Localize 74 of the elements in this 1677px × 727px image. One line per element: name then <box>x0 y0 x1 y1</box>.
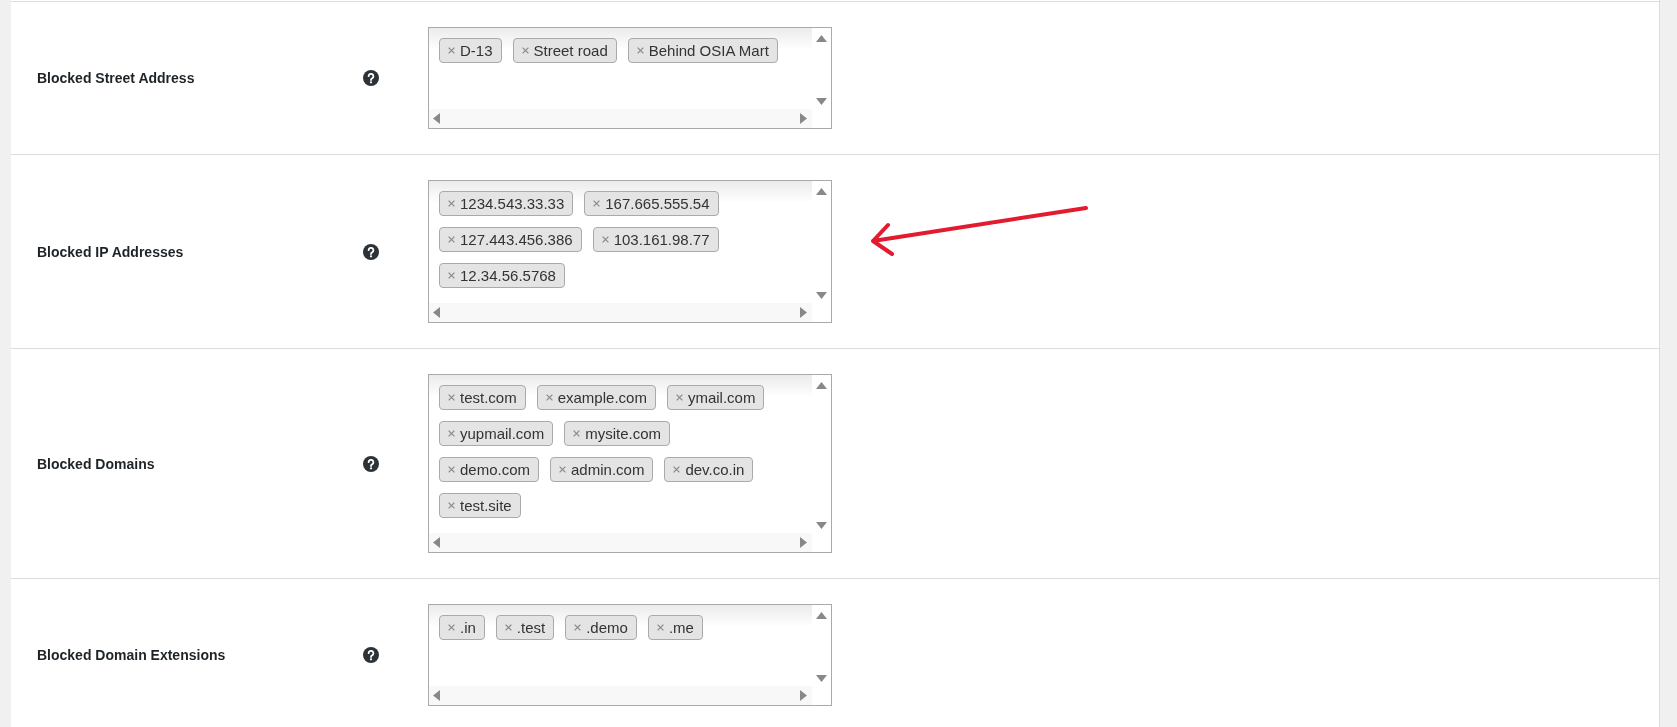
scroll-up-icon[interactable] <box>816 612 827 619</box>
tag-input-field[interactable]: 1234.543.33.33 167.665.555.54 127.443.456.386 103.161.98.77 12.34.56.5768 <box>428 180 832 323</box>
tag-label: .demo <box>586 618 628 637</box>
remove-icon[interactable] <box>574 624 582 631</box>
remove-icon[interactable] <box>601 236 609 243</box>
remove-icon[interactable] <box>448 430 455 437</box>
help-icon[interactable] <box>363 647 379 663</box>
tag-input-field[interactable]: .in .test .demo .me <box>428 604 832 706</box>
tag-label: dev.co.in <box>685 460 745 479</box>
tag-label: 12.34.56.5768 <box>460 266 556 285</box>
remove-icon[interactable] <box>448 47 455 54</box>
scroll-down-icon[interactable] <box>816 522 827 529</box>
field-label: Blocked IP Addresses <box>37 243 185 260</box>
tag-label: .in <box>460 618 476 637</box>
tag-label: test.site <box>460 496 512 515</box>
remove-icon[interactable] <box>448 624 455 631</box>
tag-label: admin.com <box>571 460 645 479</box>
tag-label: D-13 <box>460 41 493 60</box>
field-label: Blocked Domain Extensions <box>37 647 227 663</box>
remove-icon[interactable] <box>573 430 581 437</box>
remove-icon[interactable] <box>448 236 455 243</box>
remove-icon[interactable] <box>448 200 455 207</box>
scroll-left-icon[interactable] <box>433 537 440 548</box>
scroll-left-icon[interactable] <box>433 307 440 318</box>
scroll-right-icon[interactable] <box>800 537 807 548</box>
remove-icon[interactable] <box>636 47 644 54</box>
scroll-right-icon[interactable] <box>800 113 807 124</box>
tag-label: 1234.543.33.33 <box>460 194 565 213</box>
tag-input-field[interactable]: D-13 Street road Behind OSIA Mart <box>428 27 832 129</box>
tag-input-field[interactable]: test.com example.com ymail.com yupmail.com mysite.com demo.com admin.com dev.co.in test.site <box>428 374 832 553</box>
horizontal-scrollbar[interactable] <box>429 109 812 128</box>
scroll-up-icon[interactable] <box>816 188 827 195</box>
remove-icon[interactable] <box>448 394 455 401</box>
scroll-right-icon[interactable] <box>800 307 807 318</box>
tag-label: Behind OSIA Mart <box>648 41 769 60</box>
scroll-right-icon[interactable] <box>800 690 807 701</box>
remove-icon[interactable] <box>559 466 567 473</box>
scroll-down-icon[interactable] <box>816 292 827 299</box>
scroll-up-icon[interactable] <box>816 382 827 389</box>
scroll-down-icon[interactable] <box>816 98 827 105</box>
remove-icon[interactable] <box>673 466 681 473</box>
tag-label: yupmail.com <box>460 424 545 443</box>
help-icon[interactable] <box>363 243 379 260</box>
help-icon[interactable] <box>363 455 379 472</box>
tag-label: 103.161.98.77 <box>613 230 710 249</box>
tag-label: 167.665.555.54 <box>605 194 710 213</box>
tag-label: ymail.com <box>687 388 756 407</box>
horizontal-scrollbar[interactable] <box>429 533 812 552</box>
horizontal-scrollbar[interactable] <box>429 303 812 322</box>
tag-label: example.com <box>557 388 647 407</box>
remove-icon[interactable] <box>545 394 553 401</box>
remove-icon[interactable] <box>593 200 601 207</box>
remove-icon[interactable] <box>504 624 512 631</box>
help-icon[interactable] <box>363 70 379 86</box>
remove-icon[interactable] <box>448 502 455 509</box>
remove-icon[interactable] <box>448 272 455 279</box>
field-label: Blocked Domains <box>37 455 156 472</box>
remove-icon[interactable] <box>656 624 664 631</box>
tag-label: .me <box>668 618 694 637</box>
tag-label: test.com <box>460 388 517 407</box>
tag-label: Street road <box>533 41 608 60</box>
tag-label: .test <box>516 618 546 637</box>
tag-label: 127.443.456.386 <box>460 230 573 249</box>
scroll-left-icon[interactable] <box>433 690 440 701</box>
scroll-up-icon[interactable] <box>816 35 827 42</box>
field-label: Blocked Street Address <box>37 70 196 86</box>
remove-icon[interactable] <box>448 466 455 473</box>
remove-icon[interactable] <box>521 47 529 54</box>
remove-icon[interactable] <box>675 394 683 401</box>
scroll-left-icon[interactable] <box>433 113 440 124</box>
horizontal-scrollbar[interactable] <box>429 686 812 705</box>
scroll-down-icon[interactable] <box>816 675 827 682</box>
tag-label: demo.com <box>460 460 531 479</box>
tag-label: mysite.com <box>585 424 662 443</box>
